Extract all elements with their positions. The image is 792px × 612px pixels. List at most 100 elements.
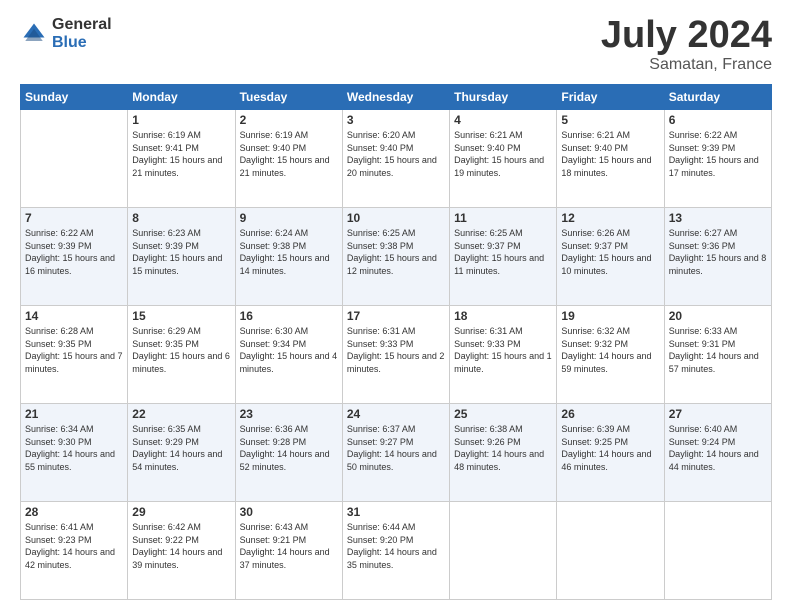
cell-sunset: Sunset: 9:39 PM [669,142,767,155]
cell-daylight: Daylight: 14 hours and 50 minutes. [347,448,445,473]
day-number: 11 [454,211,552,225]
day-number: 18 [454,309,552,323]
cell-daylight: Daylight: 15 hours and 18 minutes. [561,154,659,179]
cell-daylight: Daylight: 15 hours and 12 minutes. [347,252,445,277]
header-sunday: Sunday [21,85,128,110]
day-number: 26 [561,407,659,421]
cell-sunrise: Sunrise: 6:24 AM [240,227,338,240]
cell-sunrise: Sunrise: 6:38 AM [454,423,552,436]
table-row: 19 Sunrise: 6:32 AM Sunset: 9:32 PM Dayl… [557,306,664,404]
cell-daylight: Daylight: 15 hours and 21 minutes. [240,154,338,179]
day-number: 7 [25,211,123,225]
cell-sunset: Sunset: 9:26 PM [454,436,552,449]
cell-sunset: Sunset: 9:27 PM [347,436,445,449]
cell-daylight: Daylight: 14 hours and 55 minutes. [25,448,123,473]
cell-sunrise: Sunrise: 6:20 AM [347,129,445,142]
cell-sunset: Sunset: 9:33 PM [347,338,445,351]
table-row: 22 Sunrise: 6:35 AM Sunset: 9:29 PM Dayl… [128,404,235,502]
cell-sunset: Sunset: 9:40 PM [561,142,659,155]
cell-daylight: Daylight: 14 hours and 37 minutes. [240,546,338,571]
cell-sunset: Sunset: 9:28 PM [240,436,338,449]
cell-sunrise: Sunrise: 6:43 AM [240,521,338,534]
day-number: 22 [132,407,230,421]
table-row: 26 Sunrise: 6:39 AM Sunset: 9:25 PM Dayl… [557,404,664,502]
day-number: 4 [454,113,552,127]
calendar-week-row: 14 Sunrise: 6:28 AM Sunset: 9:35 PM Dayl… [21,306,772,404]
cell-sunset: Sunset: 9:25 PM [561,436,659,449]
cell-sunrise: Sunrise: 6:29 AM [132,325,230,338]
cell-sunrise: Sunrise: 6:27 AM [669,227,767,240]
table-row: 21 Sunrise: 6:34 AM Sunset: 9:30 PM Dayl… [21,404,128,502]
cell-daylight: Daylight: 14 hours and 42 minutes. [25,546,123,571]
day-number: 27 [669,407,767,421]
cell-sunset: Sunset: 9:39 PM [132,240,230,253]
cell-sunset: Sunset: 9:22 PM [132,534,230,547]
cell-sunrise: Sunrise: 6:41 AM [25,521,123,534]
cell-daylight: Daylight: 15 hours and 7 minutes. [25,350,123,375]
table-row: 18 Sunrise: 6:31 AM Sunset: 9:33 PM Dayl… [450,306,557,404]
calendar-week-row: 28 Sunrise: 6:41 AM Sunset: 9:23 PM Dayl… [21,502,772,600]
cell-sunrise: Sunrise: 6:40 AM [669,423,767,436]
cell-sunrise: Sunrise: 6:36 AM [240,423,338,436]
cell-sunrise: Sunrise: 6:22 AM [25,227,123,240]
cell-sunset: Sunset: 9:37 PM [454,240,552,253]
cell-daylight: Daylight: 14 hours and 59 minutes. [561,350,659,375]
calendar-week-row: 21 Sunrise: 6:34 AM Sunset: 9:30 PM Dayl… [21,404,772,502]
table-row: 6 Sunrise: 6:22 AM Sunset: 9:39 PM Dayli… [664,110,771,208]
table-row: 14 Sunrise: 6:28 AM Sunset: 9:35 PM Dayl… [21,306,128,404]
cell-daylight: Daylight: 15 hours and 1 minute. [454,350,552,375]
title-block: July 2024 Samatan, France [601,16,772,74]
day-number: 14 [25,309,123,323]
table-row [557,502,664,600]
day-number: 12 [561,211,659,225]
cell-sunrise: Sunrise: 6:26 AM [561,227,659,240]
cell-sunset: Sunset: 9:37 PM [561,240,659,253]
calendar-week-row: 7 Sunrise: 6:22 AM Sunset: 9:39 PM Dayli… [21,208,772,306]
header-monday: Monday [128,85,235,110]
header-wednesday: Wednesday [342,85,449,110]
cell-daylight: Daylight: 15 hours and 8 minutes. [669,252,767,277]
day-number: 31 [347,505,445,519]
day-number: 2 [240,113,338,127]
cell-sunrise: Sunrise: 6:30 AM [240,325,338,338]
day-number: 17 [347,309,445,323]
cell-sunrise: Sunrise: 6:23 AM [132,227,230,240]
table-row: 27 Sunrise: 6:40 AM Sunset: 9:24 PM Dayl… [664,404,771,502]
table-row [450,502,557,600]
header-tuesday: Tuesday [235,85,342,110]
cell-daylight: Daylight: 14 hours and 57 minutes. [669,350,767,375]
table-row: 23 Sunrise: 6:36 AM Sunset: 9:28 PM Dayl… [235,404,342,502]
table-row: 24 Sunrise: 6:37 AM Sunset: 9:27 PM Dayl… [342,404,449,502]
cell-sunset: Sunset: 9:29 PM [132,436,230,449]
day-number: 21 [25,407,123,421]
cell-sunset: Sunset: 9:39 PM [25,240,123,253]
table-row: 13 Sunrise: 6:27 AM Sunset: 9:36 PM Dayl… [664,208,771,306]
day-number: 16 [240,309,338,323]
cell-sunrise: Sunrise: 6:44 AM [347,521,445,534]
cell-daylight: Daylight: 15 hours and 2 minutes. [347,350,445,375]
cell-daylight: Daylight: 14 hours and 52 minutes. [240,448,338,473]
table-row: 7 Sunrise: 6:22 AM Sunset: 9:39 PM Dayli… [21,208,128,306]
cell-daylight: Daylight: 15 hours and 15 minutes. [132,252,230,277]
cell-sunrise: Sunrise: 6:21 AM [454,129,552,142]
cell-sunrise: Sunrise: 6:31 AM [454,325,552,338]
cell-sunset: Sunset: 9:40 PM [347,142,445,155]
table-row: 9 Sunrise: 6:24 AM Sunset: 9:38 PM Dayli… [235,208,342,306]
cell-sunset: Sunset: 9:30 PM [25,436,123,449]
day-number: 1 [132,113,230,127]
cell-sunrise: Sunrise: 6:21 AM [561,129,659,142]
cell-sunset: Sunset: 9:35 PM [132,338,230,351]
table-row: 25 Sunrise: 6:38 AM Sunset: 9:26 PM Dayl… [450,404,557,502]
cell-sunrise: Sunrise: 6:25 AM [347,227,445,240]
day-number: 19 [561,309,659,323]
logo: General Blue [20,16,112,51]
table-row: 28 Sunrise: 6:41 AM Sunset: 9:23 PM Dayl… [21,502,128,600]
day-number: 30 [240,505,338,519]
cell-sunrise: Sunrise: 6:39 AM [561,423,659,436]
table-row: 8 Sunrise: 6:23 AM Sunset: 9:39 PM Dayli… [128,208,235,306]
cell-daylight: Daylight: 15 hours and 10 minutes. [561,252,659,277]
cell-daylight: Daylight: 14 hours and 46 minutes. [561,448,659,473]
cell-sunrise: Sunrise: 6:32 AM [561,325,659,338]
page: General Blue July 2024 Samatan, France S… [0,0,792,612]
cell-sunset: Sunset: 9:35 PM [25,338,123,351]
